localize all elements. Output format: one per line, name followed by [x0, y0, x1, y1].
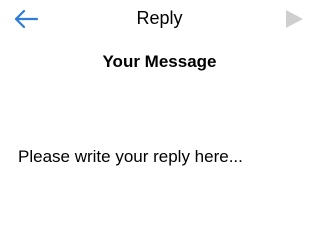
reply-input[interactable] — [12, 140, 307, 236]
reply-screen: Reply Your Message — [0, 0, 319, 248]
message-heading: Your Message — [102, 52, 217, 71]
send-triangle-icon — [286, 10, 303, 28]
send-button[interactable] — [281, 6, 307, 32]
page-title: Reply — [136, 8, 183, 28]
navigation-bar: Reply — [0, 0, 319, 38]
